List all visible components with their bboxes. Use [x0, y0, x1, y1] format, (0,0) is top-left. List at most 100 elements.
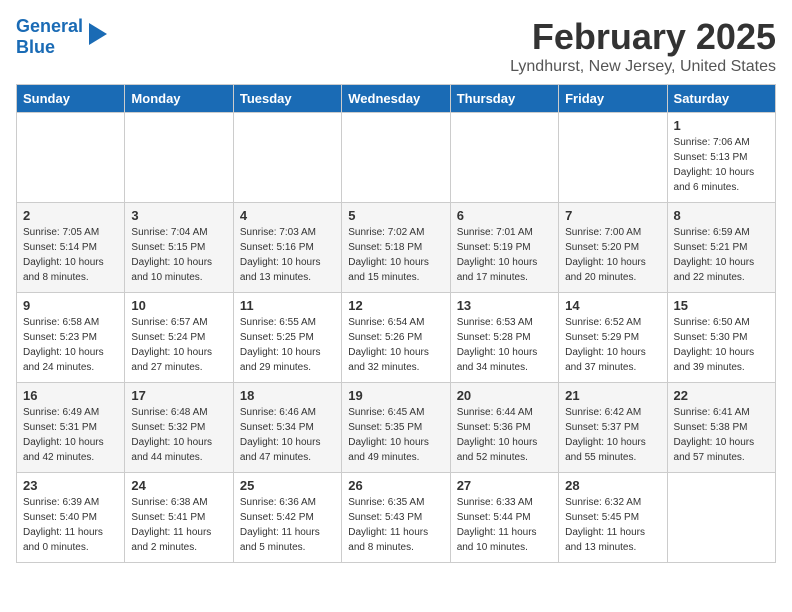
day-info: Sunrise: 6:39 AM Sunset: 5:40 PM Dayligh…	[23, 495, 118, 555]
day-info: Sunrise: 7:00 AM Sunset: 5:20 PM Dayligh…	[565, 225, 660, 285]
day-number: 23	[23, 478, 118, 493]
day-number: 8	[674, 208, 769, 223]
header-day-friday: Friday	[559, 85, 667, 113]
calendar-cell: 8Sunrise: 6:59 AM Sunset: 5:21 PM Daylig…	[667, 203, 775, 293]
location-title: Lyndhurst, New Jersey, United States	[510, 58, 776, 76]
calendar-cell	[17, 113, 125, 203]
calendar-cell: 15 Sunrise: 6:50 AM Sunset: 5:30 PM Dayli…	[667, 293, 775, 383]
calendar-cell: 28 Sunrise: 6:32 AM Sunset: 5:45 PM Dayli…	[559, 473, 667, 563]
calendar-cell: 11Sunrise: 6:55 AM Sunset: 5:25 PM Dayli…	[233, 293, 341, 383]
logo-blue: Blue	[16, 37, 55, 57]
calendar-table: SundayMondayTuesdayWednesdayThursdayFrid…	[16, 84, 776, 563]
calendar-week-row: 2 Sunrise: 7:05 AM Sunset: 5:14 PM Daylig…	[17, 203, 776, 293]
calendar-cell: 22 Sunrise: 6:41 AM Sunset: 5:38 PM Dayli…	[667, 383, 775, 473]
day-number: 18	[240, 388, 335, 403]
day-info: Sunrise: 7:03 AM Sunset: 5:16 PM Dayligh…	[240, 225, 335, 285]
day-info: Sunrise: 6:52 AM Sunset: 5:29 PM Dayligh…	[565, 315, 660, 375]
calendar-cell: 9 Sunrise: 6:58 AM Sunset: 5:23 PM Daylig…	[17, 293, 125, 383]
day-info: Sunrise: 6:32 AM Sunset: 5:45 PM Dayligh…	[565, 495, 660, 555]
day-number: 12	[348, 298, 443, 313]
logo: General Blue	[16, 16, 107, 57]
day-info: Sunrise: 7:06 AM Sunset: 5:13 PM Dayligh…	[674, 135, 769, 195]
day-number: 27	[457, 478, 552, 493]
day-number: 24	[131, 478, 226, 493]
calendar-week-row: 9 Sunrise: 6:58 AM Sunset: 5:23 PM Daylig…	[17, 293, 776, 383]
header-day-sunday: Sunday	[17, 85, 125, 113]
day-info: Sunrise: 7:05 AM Sunset: 5:14 PM Dayligh…	[23, 225, 118, 285]
day-number: 22	[674, 388, 769, 403]
day-info: Sunrise: 7:04 AM Sunset: 5:15 PM Dayligh…	[131, 225, 226, 285]
calendar-cell: 25Sunrise: 6:36 AM Sunset: 5:42 PM Dayli…	[233, 473, 341, 563]
day-number: 1	[674, 118, 769, 133]
calendar-cell	[233, 113, 341, 203]
day-info: Sunrise: 7:02 AM Sunset: 5:18 PM Dayligh…	[348, 225, 443, 285]
day-info: Sunrise: 6:58 AM Sunset: 5:23 PM Dayligh…	[23, 315, 118, 375]
calendar-cell: 20Sunrise: 6:44 AM Sunset: 5:36 PM Dayli…	[450, 383, 558, 473]
day-number: 4	[240, 208, 335, 223]
header-day-tuesday: Tuesday	[233, 85, 341, 113]
header-day-thursday: Thursday	[450, 85, 558, 113]
day-info: Sunrise: 6:45 AM Sunset: 5:35 PM Dayligh…	[348, 405, 443, 465]
day-info: Sunrise: 6:42 AM Sunset: 5:37 PM Dayligh…	[565, 405, 660, 465]
day-info: Sunrise: 6:44 AM Sunset: 5:36 PM Dayligh…	[457, 405, 552, 465]
day-info: Sunrise: 6:57 AM Sunset: 5:24 PM Dayligh…	[131, 315, 226, 375]
calendar-cell	[559, 113, 667, 203]
day-number: 16	[23, 388, 118, 403]
calendar-cell: 27 Sunrise: 6:33 AM Sunset: 5:44 PM Dayli…	[450, 473, 558, 563]
calendar-cell: 12 Sunrise: 6:54 AM Sunset: 5:26 PM Dayli…	[342, 293, 450, 383]
calendar-cell	[125, 113, 233, 203]
logo-general: General	[16, 16, 83, 36]
day-info: Sunrise: 6:46 AM Sunset: 5:34 PM Dayligh…	[240, 405, 335, 465]
calendar-cell	[450, 113, 558, 203]
calendar-week-row: 23 Sunrise: 6:39 AM Sunset: 5:40 PM Dayli…	[17, 473, 776, 563]
day-number: 15	[674, 298, 769, 313]
calendar-cell: 14 Sunrise: 6:52 AM Sunset: 5:29 PM Dayli…	[559, 293, 667, 383]
calendar-cell: 3 Sunrise: 7:04 AM Sunset: 5:15 PM Daylig…	[125, 203, 233, 293]
day-number: 21	[565, 388, 660, 403]
day-info: Sunrise: 6:48 AM Sunset: 5:32 PM Dayligh…	[131, 405, 226, 465]
day-number: 10	[131, 298, 226, 313]
calendar-cell	[342, 113, 450, 203]
title-block: February 2025 Lyndhurst, New Jersey, Uni…	[510, 16, 776, 76]
day-number: 3	[131, 208, 226, 223]
day-info: Sunrise: 6:53 AM Sunset: 5:28 PM Dayligh…	[457, 315, 552, 375]
day-number: 6	[457, 208, 552, 223]
calendar-header-row: SundayMondayTuesdayWednesdayThursdayFrid…	[17, 85, 776, 113]
calendar-cell: 13 Sunrise: 6:53 AM Sunset: 5:28 PM Dayli…	[450, 293, 558, 383]
header: General Blue February 2025 Lyndhurst, Ne…	[16, 16, 776, 76]
header-day-wednesday: Wednesday	[342, 85, 450, 113]
logo-text-block: General Blue	[16, 16, 107, 57]
day-info: Sunrise: 6:38 AM Sunset: 5:41 PM Dayligh…	[131, 495, 226, 555]
day-number: 9	[23, 298, 118, 313]
day-number: 7	[565, 208, 660, 223]
day-number: 13	[457, 298, 552, 313]
day-number: 2	[23, 208, 118, 223]
calendar-cell: 19 Sunrise: 6:45 AM Sunset: 5:35 PM Dayli…	[342, 383, 450, 473]
calendar-cell: 21 Sunrise: 6:42 AM Sunset: 5:37 PM Dayli…	[559, 383, 667, 473]
calendar-cell: 23 Sunrise: 6:39 AM Sunset: 5:40 PM Dayli…	[17, 473, 125, 563]
calendar-cell: 4 Sunrise: 7:03 AM Sunset: 5:16 PM Daylig…	[233, 203, 341, 293]
day-info: Sunrise: 6:54 AM Sunset: 5:26 PM Dayligh…	[348, 315, 443, 375]
month-title: February 2025	[510, 16, 776, 58]
calendar-cell: 7 Sunrise: 7:00 AM Sunset: 5:20 PM Daylig…	[559, 203, 667, 293]
day-info: Sunrise: 6:50 AM Sunset: 5:30 PM Dayligh…	[674, 315, 769, 375]
day-number: 19	[348, 388, 443, 403]
day-number: 28	[565, 478, 660, 493]
day-info: Sunrise: 7:01 AM Sunset: 5:19 PM Dayligh…	[457, 225, 552, 285]
day-info: Sunrise: 6:35 AM Sunset: 5:43 PM Dayligh…	[348, 495, 443, 555]
day-number: 5	[348, 208, 443, 223]
day-number: 26	[348, 478, 443, 493]
day-info: Sunrise: 6:49 AM Sunset: 5:31 PM Dayligh…	[23, 405, 118, 465]
logo-arrow-icon	[89, 23, 107, 50]
day-info: Sunrise: 6:33 AM Sunset: 5:44 PM Dayligh…	[457, 495, 552, 555]
calendar-cell: 10 Sunrise: 6:57 AM Sunset: 5:24 PM Dayli…	[125, 293, 233, 383]
day-info: Sunrise: 6:41 AM Sunset: 5:38 PM Dayligh…	[674, 405, 769, 465]
calendar-cell: 26 Sunrise: 6:35 AM Sunset: 5:43 PM Dayli…	[342, 473, 450, 563]
calendar-cell: 24 Sunrise: 6:38 AM Sunset: 5:41 PM Dayli…	[125, 473, 233, 563]
day-number: 11	[240, 298, 335, 313]
calendar-cell	[667, 473, 775, 563]
day-number: 14	[565, 298, 660, 313]
calendar-cell: 16 Sunrise: 6:49 AM Sunset: 5:31 PM Dayli…	[17, 383, 125, 473]
calendar-week-row: 16 Sunrise: 6:49 AM Sunset: 5:31 PM Dayli…	[17, 383, 776, 473]
header-day-saturday: Saturday	[667, 85, 775, 113]
